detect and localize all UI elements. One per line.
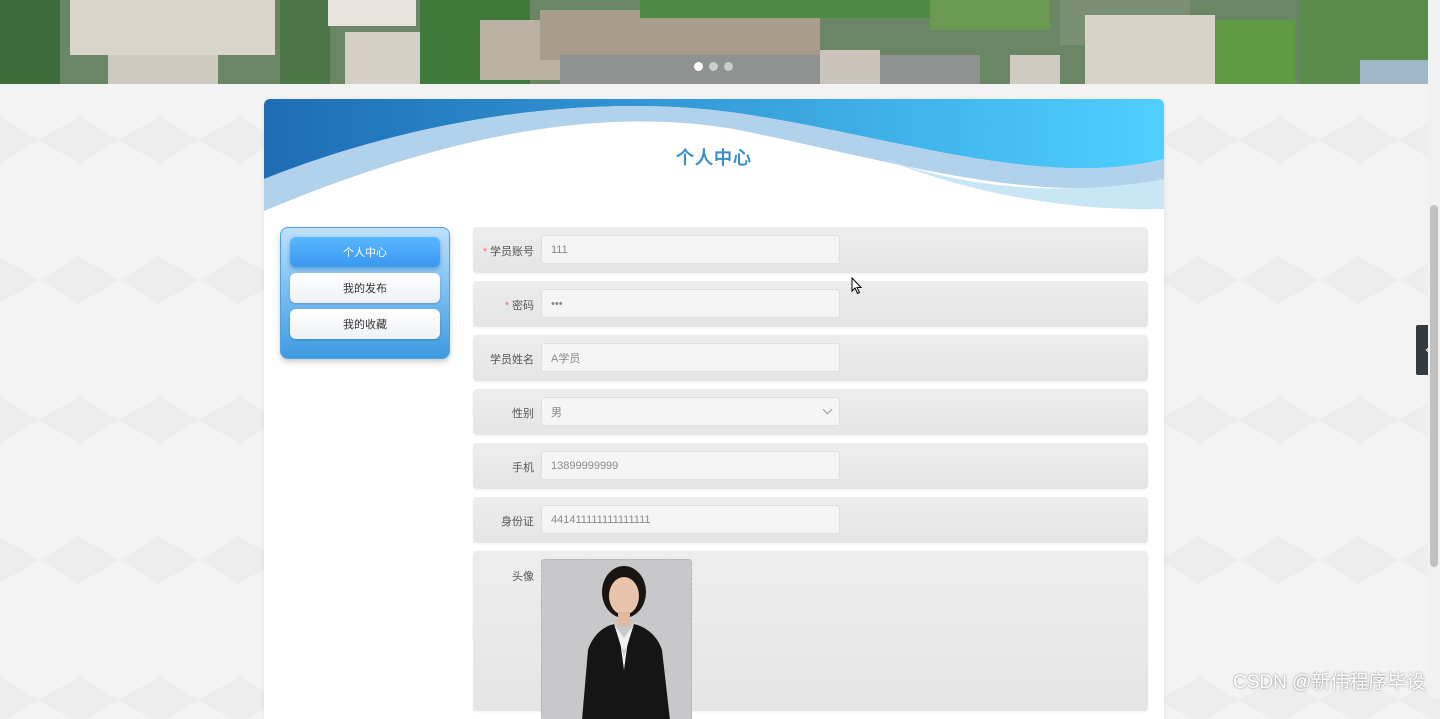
password-label-text: 密码 xyxy=(512,300,534,312)
account-label-text: 学员账号 xyxy=(490,246,534,258)
carousel-dot-2[interactable] xyxy=(709,62,718,71)
sidebar-menu: 个人中心 我的发布 我的收藏 xyxy=(280,227,450,359)
sidebar-item-my-posts[interactable]: 我的发布 xyxy=(290,273,440,303)
id-card-input[interactable] xyxy=(541,505,840,534)
carousel-dot-1[interactable] xyxy=(694,62,703,71)
id-card-label: 身份证 xyxy=(501,516,534,528)
sidebar-item-personal-center[interactable]: 个人中心 xyxy=(290,237,440,267)
avatar-label: 头像 xyxy=(512,571,534,583)
carousel-dot-3[interactable] xyxy=(724,62,733,71)
carousel-indicators xyxy=(694,62,733,71)
page-title: 个人中心 xyxy=(676,148,752,168)
banner-image xyxy=(0,0,1428,84)
form-row-account: * 学员账号 xyxy=(473,227,1148,273)
password-label: * 密码 xyxy=(473,297,534,313)
sidebar-item-my-favorites[interactable]: 我的收藏 xyxy=(290,309,440,339)
phone-input[interactable] xyxy=(541,451,840,480)
form-row-phone: 手机 xyxy=(473,443,1148,489)
form-row-gender: 性别 xyxy=(473,389,1148,435)
avatar-image xyxy=(542,560,691,719)
required-star: * xyxy=(482,246,487,258)
avatar-upload[interactable] xyxy=(541,559,692,719)
form-row-avatar: 头像 xyxy=(473,551,1148,719)
gender-label: 性别 xyxy=(512,408,534,420)
account-label: * 学员账号 xyxy=(473,243,534,259)
name-input[interactable] xyxy=(541,343,840,372)
gender-select[interactable] xyxy=(541,397,840,426)
password-input[interactable] xyxy=(541,289,840,318)
required-star: * xyxy=(504,300,509,312)
banner-carousel xyxy=(0,0,1428,84)
scrollbar-thumb[interactable] xyxy=(1430,205,1438,567)
account-input[interactable] xyxy=(541,235,840,264)
personal-center-card: 个人中心 个人中心 我的发布 我的收藏 *学员账号 *密码 学员姓名 性别 手机… xyxy=(264,99,1164,719)
page-scrollbar[interactable] xyxy=(1428,0,1440,698)
watermark: CSDN @新伟程序毕设 xyxy=(1233,672,1426,693)
gender-select-value[interactable] xyxy=(541,397,840,426)
form-row-password: * 密码 xyxy=(473,281,1148,327)
mouse-cursor-icon xyxy=(851,277,863,295)
form-row-name: 学员姓名 xyxy=(473,335,1148,381)
phone-label: 手机 xyxy=(512,462,534,474)
form-row-id-card: 身份证 xyxy=(473,497,1148,543)
name-label: 学员姓名 xyxy=(490,354,534,366)
